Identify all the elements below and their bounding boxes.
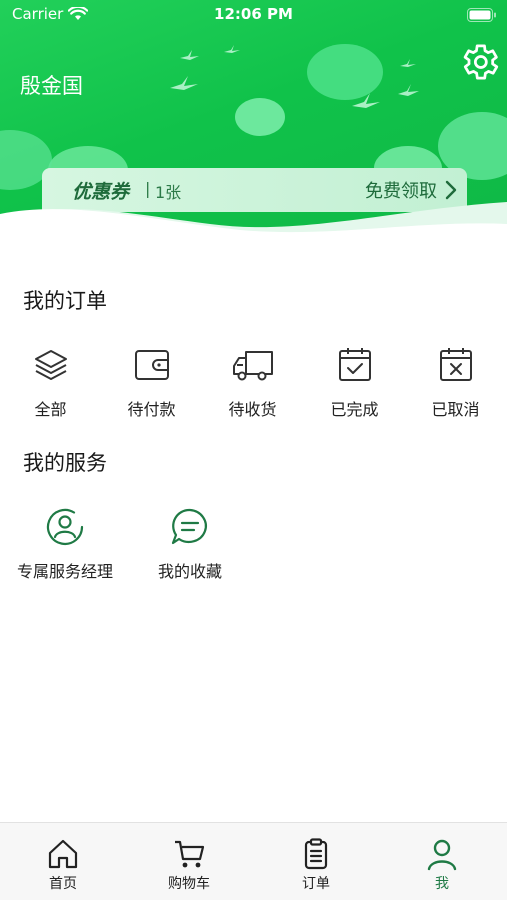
chat-bubble-icon xyxy=(171,508,207,545)
order-pending-payment-button[interactable]: 待付款 xyxy=(101,346,202,420)
my-favorites-button[interactable]: 我的收藏 xyxy=(140,506,240,582)
status-bar: Carrier 12:06 PM xyxy=(0,0,507,30)
order-all-label: 全部 xyxy=(34,400,67,419)
calendar-x-icon xyxy=(439,348,472,381)
person-icon xyxy=(427,839,457,871)
tab-me[interactable]: 我 xyxy=(379,837,505,893)
tab-cart-label: 购物车 xyxy=(168,876,210,892)
service-manager-button[interactable]: 专属服务经理 xyxy=(8,506,122,582)
settings-button[interactable] xyxy=(457,40,501,84)
tab-orders[interactable]: 订单 xyxy=(253,837,379,893)
tab-home[interactable]: 首页 xyxy=(0,837,126,893)
truck-icon xyxy=(232,351,273,381)
tab-me-label: 我 xyxy=(435,876,449,892)
wallet-icon xyxy=(134,350,169,380)
header-wave xyxy=(0,202,507,250)
clipboard-icon xyxy=(304,838,328,870)
order-pending-delivery-button[interactable]: 待收货 xyxy=(202,346,303,420)
order-completed-label: 已完成 xyxy=(330,400,379,419)
clock: 12:06 PM xyxy=(214,5,293,23)
layers-icon xyxy=(34,350,67,380)
order-all-button[interactable]: 全部 xyxy=(0,346,101,420)
tab-home-label: 首页 xyxy=(49,876,77,892)
my-favorites-label: 我的收藏 xyxy=(157,562,222,581)
order-cancelled-button[interactable]: 已取消 xyxy=(405,346,506,420)
profile-header: Carrier 12:06 PM 殷金国 优惠券 | 1张 免费领取 xyxy=(0,0,507,250)
cart-icon xyxy=(175,840,205,868)
order-pending-payment-label: 待付款 xyxy=(127,400,176,419)
battery-icon xyxy=(467,8,496,22)
service-manager-label: 专属服务经理 xyxy=(16,562,113,581)
services-section-title: 我的服务 xyxy=(23,451,107,475)
order-cancelled-label: 已取消 xyxy=(431,400,480,419)
manager-icon xyxy=(46,508,84,546)
tab-bar: 首页 购物车 订单 我 xyxy=(0,822,507,900)
order-completed-button[interactable]: 已完成 xyxy=(304,346,405,420)
username: 殷金国 xyxy=(20,74,83,98)
tab-orders-label: 订单 xyxy=(302,876,330,892)
tab-cart[interactable]: 购物车 xyxy=(126,837,252,893)
gear-icon xyxy=(463,44,499,80)
calendar-check-icon xyxy=(338,348,371,381)
home-icon xyxy=(48,839,78,869)
order-pending-delivery-label: 待收货 xyxy=(228,400,277,419)
orders-section-title: 我的订单 xyxy=(23,289,107,313)
